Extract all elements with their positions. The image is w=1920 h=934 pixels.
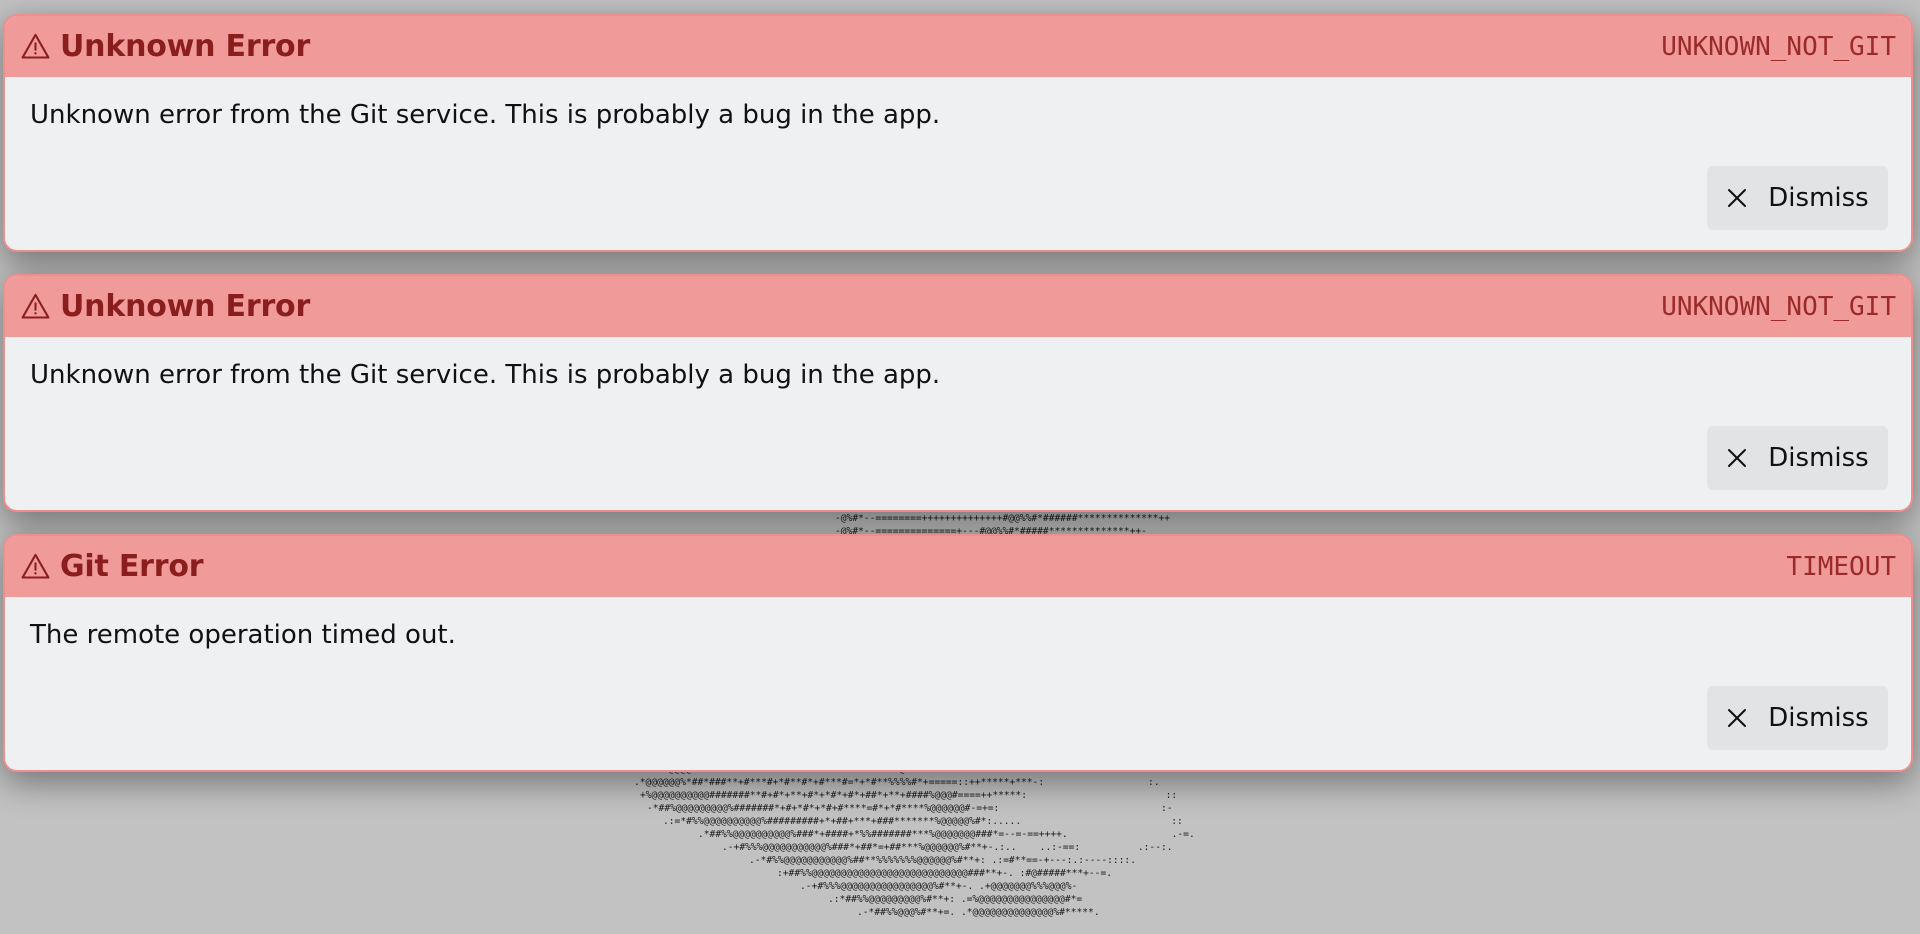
error-toast: Unknown Error UNKNOWN_NOT_GIT Unknown er… [3,14,1913,252]
ascii-art-line: .-+#%%%@@@@@@@@@@@%###*+##*=+##***%@@@@@… [722,842,1173,853]
ascii-art-line: .-*#%%@@@@@@@@@@@%##**%%%%%%%@@@@@@%#**+… [749,855,1136,866]
ascii-art-line: .*@@@@@@%*##*###**+#***#+*#**#*+#***#=*+… [634,777,1160,788]
ascii-art-line: .:*##%%@@@@@@@@@%#**+: .=%@@@@@@@@@@@@@@… [828,894,1083,905]
close-icon [1726,187,1748,209]
error-code: TIMEOUT [1786,551,1896,582]
error-message: Unknown error from the Git service. This… [30,360,941,390]
error-code: UNKNOWN_NOT_GIT [1661,31,1896,62]
error-title: Git Error [60,549,204,584]
close-icon [1726,707,1748,729]
dismiss-button[interactable]: Dismiss [1707,426,1888,490]
warning-triangle-icon [20,291,51,322]
ascii-art-line: .-*##%%@@@%#**+=. .*@@@@@@@@@@@@@@%#****… [857,907,1100,918]
dismiss-button[interactable]: Dismiss [1707,166,1888,230]
error-toast: Git Error TIMEOUT The remote operation t… [3,534,1913,772]
dismiss-label: Dismiss [1768,703,1869,733]
error-toast: Unknown Error UNKNOWN_NOT_GIT Unknown er… [3,274,1913,512]
error-title: Unknown Error [60,289,311,324]
ascii-art-line: .:=*#%%@@@@@@@@@@%#########+*+##+***+###… [663,816,1183,827]
error-message: The remote operation timed out. [30,620,456,650]
error-title: Unknown Error [60,29,311,64]
ascii-art-line: .-+#%%%@@@@@@@@@@@@@@@@%#**+-. .+@@@@@@@… [800,881,1078,892]
warning-triangle-icon [20,551,51,582]
error-code: UNKNOWN_NOT_GIT [1661,291,1896,322]
ascii-art-line: -@%#*--========++++++++++++++#@@%%#*####… [835,513,1171,524]
ascii-art-line: +%@@@@@@@@@@#######**#+#*+**+#*+*#*+#*+#… [640,790,1178,801]
close-icon [1726,447,1748,469]
ascii-art-line: :+##%%@@@@@@@@@@@@@@@@@@@@@@@@@@@###**+-… [777,868,1113,879]
toast-header: Unknown Error UNKNOWN_NOT_GIT [5,16,1911,77]
dismiss-button[interactable]: Dismiss [1707,686,1888,750]
ascii-art-line: -*##%@@@@@@@@@%#######*+#+*#*+*#+#****=#… [647,803,1173,814]
warning-triangle-icon [20,31,51,62]
error-message: Unknown error from the Git service. This… [30,100,941,130]
toast-header: Unknown Error UNKNOWN_NOT_GIT [5,276,1911,337]
dismiss-label: Dismiss [1768,183,1869,213]
dismiss-label: Dismiss [1768,443,1869,473]
ascii-art-line: .*##%%@@@@@@@@@@%###*+####+*%%#######***… [698,829,1195,840]
toast-header: Git Error TIMEOUT [5,536,1911,597]
